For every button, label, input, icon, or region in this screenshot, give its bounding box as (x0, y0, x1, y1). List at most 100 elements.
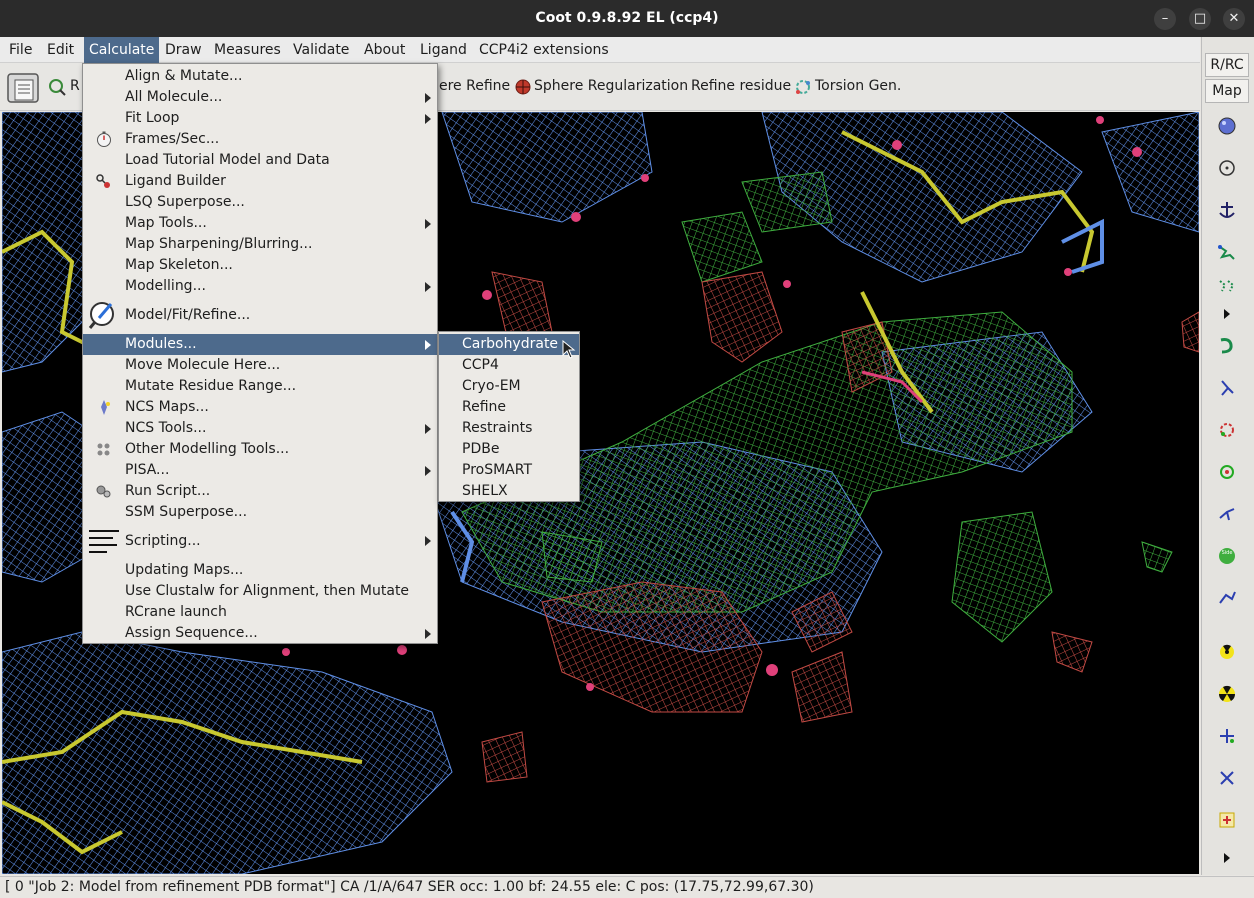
scroll-down-icon[interactable] (1216, 847, 1238, 869)
calculate-menu-item-label: Ligand Builder (125, 173, 226, 189)
add-atom-icon[interactable] (1216, 725, 1238, 747)
modules-submenu-item[interactable]: SHELX (439, 481, 579, 502)
calculate-menu-item[interactable]: Move Molecule Here... (83, 355, 437, 376)
tab-rrc[interactable]: R/RC (1205, 53, 1249, 77)
calculate-menu-item[interactable]: Align & Mutate... (83, 66, 437, 87)
toolbar-sphere-regularization[interactable]: Sphere Regularization (534, 78, 688, 94)
calculate-menu-item[interactable]: SSM Superpose... (83, 502, 437, 523)
calculate-menu-item[interactable]: Mutate Residue Range... (83, 376, 437, 397)
modules-submenu-item[interactable]: Carbohydrate (439, 334, 579, 355)
real-space-refine-icon[interactable] (48, 78, 66, 96)
modules-submenu-item[interactable]: Cryo-EM (439, 376, 579, 397)
rotate-translate-icon[interactable] (1216, 241, 1238, 263)
toolbar-torsion-gen[interactable]: Torsion Gen. (815, 78, 901, 94)
window-title: Coot 0.9.8.92 EL (ccp4) (535, 10, 719, 26)
calculate-menu-item[interactable]: Map Sharpening/Blurring... (83, 234, 437, 255)
flip-peptide-icon[interactable] (1216, 377, 1238, 399)
calculate-menu-item[interactable]: Scripting... (83, 526, 437, 556)
radioactive-icon[interactable] (1216, 683, 1238, 705)
toolbar-sphere-refine[interactable]: ere Refine (439, 78, 510, 94)
menu-calculate[interactable]: Calculate (84, 37, 160, 63)
menu-draw[interactable]: Draw (160, 37, 207, 63)
pepflip-icon[interactable] (1216, 419, 1238, 441)
calculate-menu-item[interactable]: PISA... (83, 460, 437, 481)
close-button[interactable]: ✕ (1223, 8, 1245, 30)
menu-about[interactable]: About (359, 37, 410, 63)
side-chain-icon[interactable]: Side (1216, 545, 1238, 567)
calculate-menu-item[interactable]: Updating Maps... (83, 560, 437, 581)
menu-measures[interactable]: Measures (209, 37, 286, 63)
menu-ccp4i2-extensions[interactable]: CCP4i2 extensions (474, 37, 614, 63)
submenu-arrow-icon (425, 281, 431, 292)
toolbar-refine-partial[interactable]: R (70, 78, 80, 94)
delete-atom-icon[interactable] (1216, 767, 1238, 789)
rotamer-icon[interactable] (1216, 275, 1238, 297)
calculate-menu-item[interactable]: Modelling... (83, 276, 437, 297)
menu-ligand[interactable]: Ligand (415, 37, 472, 63)
modules-submenu-item-label: Restraints (462, 420, 533, 436)
title-bar: Coot 0.9.8.92 EL (ccp4) – □ ✕ (0, 0, 1254, 37)
tab-map[interactable]: Map (1205, 79, 1249, 103)
calculate-menu-item[interactable]: NCS Tools... (83, 418, 437, 439)
modules-submenu-item[interactable]: CCP4 (439, 355, 579, 376)
calculate-menu-item[interactable]: Assign Sequence... (83, 623, 437, 644)
calculate-menu-item[interactable]: Ligand Builder (83, 171, 437, 192)
modules-submenu-item[interactable]: PDBe (439, 439, 579, 460)
svg-text:Side: Side (1222, 550, 1233, 556)
calculate-menu-item[interactable]: NCS Maps... (83, 397, 437, 418)
menu-file[interactable]: File (4, 37, 37, 63)
calculate-menu-item[interactable]: RCrane launch (83, 602, 437, 623)
calculate-menu-item[interactable]: Fit Loop (83, 108, 437, 129)
calculate-menu-item-label: All Molecule... (125, 89, 223, 105)
calculate-menu-item-label: Map Tools... (125, 215, 207, 231)
crosshair-icon[interactable] (1216, 157, 1238, 179)
gears-icon (96, 485, 111, 498)
submenu-arrow-icon (425, 536, 431, 546)
calculate-menu-item-label: Map Skeleton... (125, 257, 233, 273)
submenu-arrow-icon (425, 113, 431, 124)
auto-fit-rotamer-icon[interactable] (1216, 335, 1238, 357)
modules-submenu-item[interactable]: ProSMART (439, 460, 579, 481)
maximize-button[interactable]: □ (1189, 8, 1211, 30)
submenu-arrow-icon (425, 92, 431, 103)
calculate-menu-item[interactable]: Model/Fit/Refine... (83, 300, 437, 330)
sphere-regularization-icon[interactable] (515, 79, 531, 95)
menu-validate[interactable]: Validate (288, 37, 354, 63)
calculate-menu-item[interactable]: Map Skeleton... (83, 255, 437, 276)
notes-icon[interactable] (6, 72, 40, 104)
calculate-menu-item[interactable]: Frames/Sec... (83, 129, 437, 150)
modules-submenu-item[interactable]: Restraints (439, 418, 579, 439)
status-bar: [ 0 "Job 2: Model from refinement PDB fo… (0, 876, 1254, 898)
calculate-menu-item[interactable]: Run Script... (83, 481, 437, 502)
toolbar-refine-residue[interactable]: Refine residue (691, 78, 791, 94)
calculate-menu-item-label: PISA... (125, 462, 170, 478)
radioactive-small-icon[interactable] (1216, 641, 1238, 663)
calculate-menu-item-label: Updating Maps... (125, 562, 244, 578)
calculate-menu: Align & Mutate... All Molecule... Fit Loop… (82, 63, 438, 644)
calculate-menu-item[interactable]: Map Tools... (83, 213, 437, 234)
menu-edit[interactable]: Edit (42, 37, 79, 63)
calculate-menu-item[interactable]: All Molecule... (83, 87, 437, 108)
calculate-menu-item[interactable]: Load Tutorial Model and Data (83, 150, 437, 171)
menu-bar: File Edit Calculate Draw Measures Valida… (0, 37, 1200, 63)
anchor-icon[interactable] (1216, 199, 1238, 221)
calculate-menu-item[interactable]: Modules... (83, 334, 437, 355)
calculate-menu-item-label: NCS Tools... (125, 420, 207, 436)
calculate-menu-item[interactable]: Use Clustalw for Alignment, then Mutate (83, 581, 437, 602)
chiral-icon[interactable] (1216, 461, 1238, 483)
globe-icon[interactable] (1216, 115, 1238, 137)
side-toolbar: R/RC Map Side (1201, 37, 1254, 875)
minimize-button[interactable]: – (1154, 8, 1176, 30)
sidechain-180-icon[interactable] (1216, 503, 1238, 525)
calculate-menu-item[interactable]: Other Modelling Tools... (83, 439, 437, 460)
torsion-gen-icon[interactable] (795, 79, 812, 96)
modules-submenu-item[interactable]: Refine (439, 397, 579, 418)
modelling-tools-icon (97, 443, 110, 456)
calculate-menu-item-label: Mutate Residue Range... (125, 378, 297, 394)
expand-arrow-icon[interactable] (1216, 303, 1238, 325)
calculate-menu-item-label: Scripting... (125, 533, 201, 549)
add-alt-conf-icon[interactable] (1216, 809, 1238, 831)
edit-chi-icon[interactable] (1216, 587, 1238, 609)
calculate-menu-item[interactable]: LSQ Superpose... (83, 192, 437, 213)
calculate-menu-item-label: NCS Maps... (125, 399, 209, 415)
